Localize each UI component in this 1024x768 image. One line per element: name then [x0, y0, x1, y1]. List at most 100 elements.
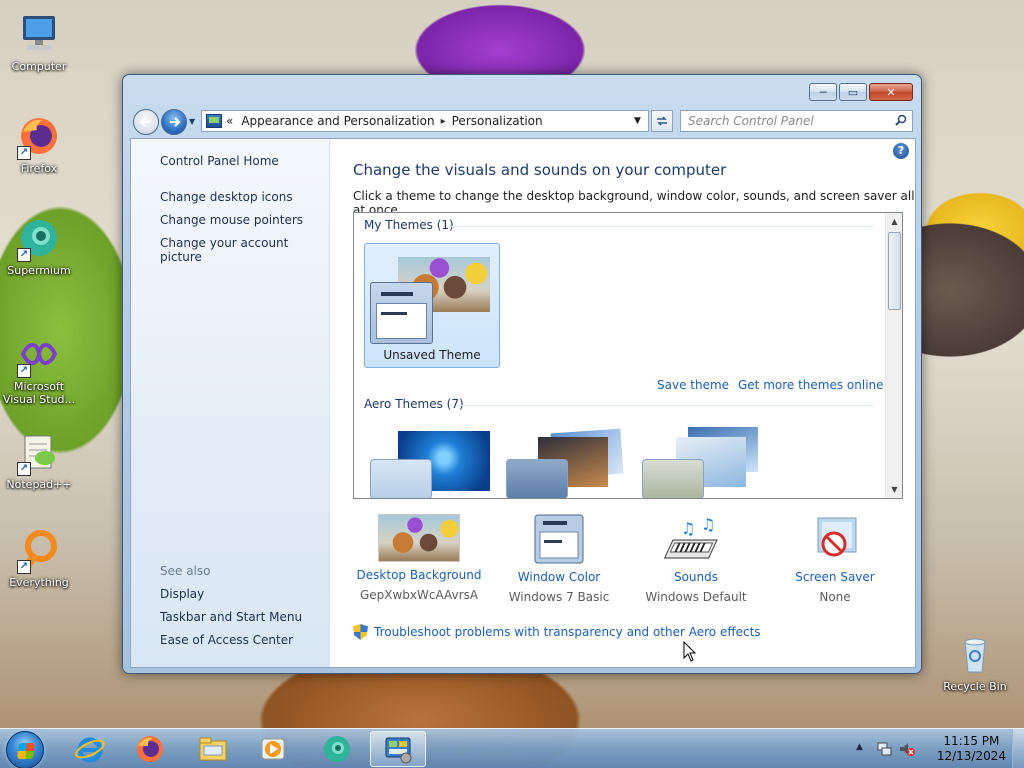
address-bar[interactable]: « Appearance and Personalization ▸ Perso… [201, 110, 649, 132]
screen-saver-value: None [819, 590, 851, 604]
desktop-icon-firefox[interactable]: ↗ Firefox [1, 112, 77, 175]
search-placeholder: Search Control Panel [688, 114, 814, 128]
file-explorer-icon [199, 737, 227, 761]
change-desktop-icons-link[interactable]: Change desktop icons [160, 190, 293, 204]
supermium-icon [324, 736, 350, 762]
breadcrumb-appearance[interactable]: Appearance and Personalization [241, 114, 434, 128]
address-dropdown-icon[interactable]: ▼ [628, 111, 646, 131]
breadcrumb-separator-icon[interactable]: ▸ [441, 116, 446, 127]
recent-pages-dropdown[interactable]: ▼ [189, 117, 195, 126]
group-divider [449, 226, 874, 227]
desktop-icon-notepad-plus-plus[interactable]: ↗ Notepad++ [1, 428, 77, 491]
save-theme-link[interactable]: Save theme [657, 378, 729, 392]
taskbar-internet-explorer[interactable] [62, 731, 118, 767]
window-color-value: Windows 7 Basic [508, 590, 610, 604]
search-input[interactable]: Search Control Panel [680, 110, 913, 132]
window-color-title[interactable]: Window Color [494, 570, 624, 584]
network-icon[interactable] [876, 740, 894, 761]
window-color-icon [518, 514, 600, 564]
screen-saver-title[interactable]: Screen Saver [770, 570, 900, 584]
theme-list-scrollbar[interactable]: ▲ ▼ [885, 213, 902, 498]
desktop-icon-recycle-bin[interactable]: Recycle Bin [937, 630, 1013, 693]
firefox-icon: ↗ [15, 112, 63, 160]
recycle-bin-icon [951, 630, 999, 678]
main-pane: ? Change the visuals and sounds on your … [330, 139, 915, 667]
clock[interactable]: 11:15 PM 12/13/2024 [937, 734, 1006, 764]
taskbar-firefox[interactable] [122, 731, 178, 767]
desktop-icon-label: Recycle Bin [943, 680, 1007, 693]
breadcrumb-personalization[interactable]: Personalization [452, 114, 543, 128]
group-divider [458, 405, 874, 406]
sounds-icon: ♫ ♫ [655, 514, 737, 564]
start-button[interactable] [6, 731, 44, 768]
close-button[interactable]: ✕ [869, 83, 913, 101]
taskbar-control-panel[interactable] [370, 731, 426, 767]
troubleshoot-label[interactable]: Troubleshoot problems with transparency … [374, 625, 761, 639]
search-icon[interactable] [895, 114, 907, 129]
desktop-icon-label: Microsoft Visual Stud... [2, 380, 76, 406]
media-player-icon [261, 738, 285, 760]
control-panel-home-link[interactable]: Control Panel Home [160, 154, 279, 168]
taskbar-supermium[interactable] [309, 731, 365, 767]
desktop-icon-label: Firefox [20, 162, 58, 175]
taskbar-file-explorer[interactable] [185, 731, 241, 767]
task-pane: Control Panel Home Change desktop icons … [131, 139, 330, 667]
scroll-down-icon[interactable]: ▼ [886, 481, 902, 498]
shield-icon [353, 624, 368, 640]
desktop-icon-supermium[interactable]: ↗ Supermium [1, 214, 77, 277]
theme-settings: Desktop Background GepXwbxWcAAvrsA Windo… [330, 514, 915, 614]
supermium-icon: ↗ [15, 214, 63, 262]
desktop-background-icon [378, 514, 460, 562]
change-mouse-pointers-link[interactable]: Change mouse pointers [160, 213, 303, 227]
show-hidden-icons-icon[interactable]: ▲ [856, 742, 863, 752]
taskbar-media-player[interactable] [245, 731, 301, 767]
back-button[interactable] [133, 109, 159, 135]
everything-icon: ↗ [15, 526, 63, 574]
screen-saver-item[interactable]: Screen Saver None [770, 514, 900, 604]
desktop-icon-label: Notepad++ [6, 478, 72, 491]
window-color-item[interactable]: Window Color Windows 7 Basic [494, 514, 624, 604]
taskbar-start-menu-link[interactable]: Taskbar and Start Menu [160, 610, 302, 624]
theme-characters[interactable] [640, 423, 770, 498]
forward-button[interactable] [161, 109, 187, 135]
help-icon[interactable]: ? [893, 143, 909, 159]
notification-area: ▲ 11:15 PM 12/13/2024 [854, 729, 1024, 768]
minimize-button[interactable]: ─ [809, 83, 837, 101]
theme-list: My Themes (1) Unsaved Theme Save theme G… [353, 212, 903, 499]
display-link[interactable]: Display [160, 587, 204, 601]
sounds-item[interactable]: ♫ ♫ Sounds Windows Default [631, 514, 761, 604]
troubleshoot-link[interactable]: Troubleshoot problems with transparency … [353, 624, 761, 640]
theme-architecture[interactable] [504, 423, 634, 498]
volume-muted-icon[interactable] [898, 740, 916, 761]
desktop-background-title[interactable]: Desktop Background [354, 568, 484, 582]
refresh-button[interactable] [651, 110, 673, 132]
theme-unsaved[interactable]: Unsaved Theme [364, 243, 500, 368]
screen-saver-icon [794, 514, 876, 564]
desktop-background-value: GepXwbxWcAAvrsA [359, 588, 479, 602]
back-arrow-icon [139, 117, 150, 127]
desktop-icon-everything[interactable]: ↗ Everything [1, 526, 77, 589]
maximize-button[interactable]: ▭ [839, 83, 867, 101]
show-desktop-button[interactable] [1012, 729, 1024, 768]
window-content: Control Panel Home Change desktop icons … [130, 138, 916, 668]
desktop-background-item[interactable]: Desktop Background GepXwbxWcAAvrsA [354, 514, 484, 602]
computer-icon [15, 10, 63, 58]
ease-of-access-link[interactable]: Ease of Access Center [160, 633, 293, 647]
address-overflow[interactable]: « [226, 114, 233, 128]
desktop-icon-visual-studio[interactable]: ↗ Microsoft Visual Stud... [1, 330, 77, 406]
theme-windows-7[interactable] [368, 423, 498, 498]
forward-arrow-icon [170, 117, 181, 127]
get-more-themes-link[interactable]: Get more themes online [738, 378, 884, 392]
change-account-picture-link[interactable]: Change your account picture [160, 236, 329, 264]
taskbar: ▲ 11:15 PM 12/13/2024 [0, 728, 1024, 768]
page-title: Change the visuals and sounds on your co… [353, 161, 727, 179]
sounds-title[interactable]: Sounds [631, 570, 761, 584]
clock-date: 12/13/2024 [936, 749, 1006, 763]
window-controls: ─ ▭ ✕ [809, 83, 913, 101]
scroll-thumb[interactable] [888, 232, 901, 310]
svg-text:♫: ♫ [681, 519, 695, 538]
scroll-up-icon[interactable]: ▲ [886, 213, 902, 230]
control-panel-icon [206, 114, 222, 128]
aero-themes-heading: Aero Themes (7) [364, 397, 464, 411]
desktop-icon-computer[interactable]: Computer [1, 10, 77, 73]
